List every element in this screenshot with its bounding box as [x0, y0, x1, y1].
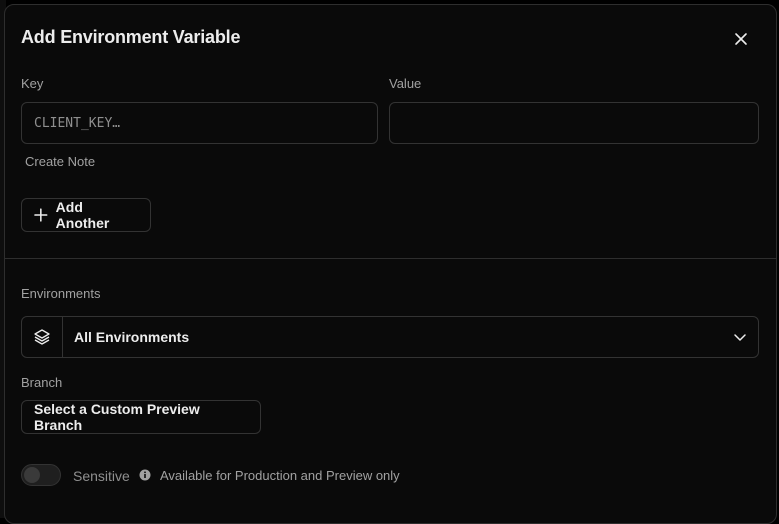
- select-branch-button[interactable]: Select a Custom Preview Branch: [21, 400, 261, 434]
- value-input[interactable]: [389, 102, 759, 144]
- key-label: Key: [21, 76, 44, 91]
- select-branch-label: Select a Custom Preview Branch: [34, 401, 200, 433]
- branch-label: Branch: [21, 375, 63, 390]
- add-another-button[interactable]: Add Another: [21, 198, 151, 232]
- environments-selected-value: All Environments: [74, 329, 190, 345]
- environments-label: Environments: [21, 286, 101, 301]
- value-label: Value: [389, 76, 422, 91]
- sensitive-label: Sensitive: [73, 468, 130, 484]
- sensitive-info-button[interactable]: [138, 468, 152, 482]
- chevron-down-icon: [734, 334, 746, 341]
- layers-icon: [34, 329, 50, 345]
- environments-select[interactable]: All Environments: [21, 316, 759, 358]
- add-another-label: Add Another: [55, 199, 110, 231]
- info-icon: [139, 469, 151, 481]
- key-input[interactable]: [21, 102, 378, 144]
- plus-icon: [34, 208, 48, 222]
- section-divider: [5, 258, 776, 259]
- environments-icon-cell: [22, 317, 63, 357]
- add-env-variable-dialog: Add Environment Variable Key Value Creat…: [4, 4, 777, 524]
- sensitive-toggle[interactable]: [21, 464, 61, 486]
- dialog-title: Add Environment Variable: [21, 27, 241, 47]
- close-button[interactable]: [727, 25, 755, 53]
- close-icon: [735, 33, 747, 45]
- toggle-knob: [24, 467, 40, 483]
- sensitive-note: Available for Production and Preview onl…: [160, 468, 400, 483]
- create-note-link[interactable]: Create Note: [25, 154, 95, 169]
